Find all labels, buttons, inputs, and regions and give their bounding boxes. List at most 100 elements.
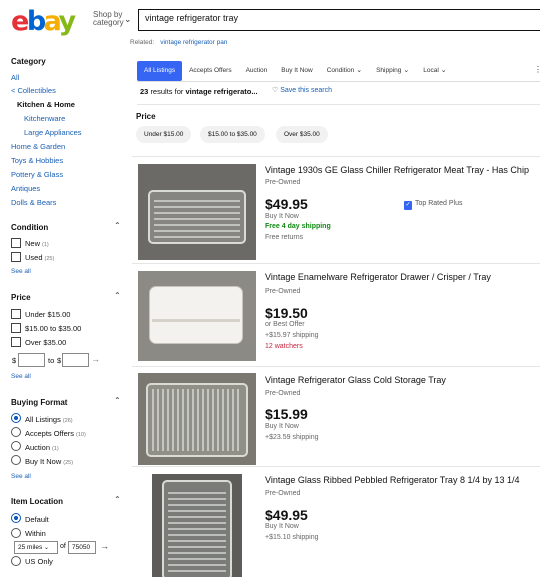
- tab-accepts-offers[interactable]: Accepts Offers: [182, 61, 239, 81]
- chevron-up-icon[interactable]: ⌃: [114, 495, 121, 504]
- more-options-icon[interactable]: ⋮: [534, 65, 540, 74]
- price-max-input[interactable]: [62, 353, 89, 367]
- category-toys-hobbies-link[interactable]: Toys & Hobbies: [11, 156, 63, 165]
- listing-card[interactable]: Vintage 1930s GE Glass Chiller Refrigera…: [132, 156, 540, 262]
- condition-new-label[interactable]: New (1): [25, 239, 49, 248]
- divider: [137, 81, 540, 82]
- format-auction-radio[interactable]: [11, 441, 21, 451]
- listing-image[interactable]: [152, 474, 242, 577]
- shipping-dropdown[interactable]: Shipping ⌄: [369, 61, 416, 81]
- distance-select[interactable]: 25 miles ⌄: [14, 541, 58, 554]
- category-dolls-bears-link[interactable]: Dolls & Bears: [11, 198, 56, 207]
- category-antiques-link[interactable]: Antiques: [11, 184, 40, 193]
- listing-card[interactable]: Vintage Enamelware Refrigerator Drawer /…: [132, 263, 540, 367]
- listing-image[interactable]: [138, 164, 256, 260]
- listing-shipping: +$23.59 shipping: [265, 434, 319, 441]
- price-from-symbol: $: [12, 356, 17, 365]
- format-buy-it-now-radio[interactable]: [11, 455, 21, 465]
- search-input[interactable]: vintage refrigerator tray: [138, 9, 540, 31]
- listing-card[interactable]: Vintage Refrigerator Glass Cold Storage …: [132, 366, 540, 466]
- arrow-right-icon[interactable]: →: [100, 541, 109, 551]
- chevron-down-icon: ⌄: [356, 67, 363, 74]
- listing-price: $15.99: [265, 406, 308, 422]
- related-link[interactable]: vintage refrigerator pan: [160, 39, 227, 46]
- condition-used-checkbox[interactable]: [11, 252, 21, 262]
- listing-price: $49.95: [265, 196, 308, 212]
- category-back-link[interactable]: < Collectibles: [11, 86, 56, 95]
- item-location-heading[interactable]: Item Location: [11, 497, 63, 506]
- chevron-down-icon: ⌄: [440, 67, 447, 74]
- format-buy-it-now-label[interactable]: Buy It Now (25): [25, 457, 73, 466]
- listing-title[interactable]: Vintage Glass Ribbed Pebbled Refrigerato…: [265, 475, 520, 485]
- listing-image[interactable]: [138, 373, 256, 465]
- condition-see-all-link[interactable]: See all: [11, 268, 31, 275]
- price-over-label[interactable]: Over $35.00: [25, 338, 66, 347]
- category-kitchenware-link[interactable]: Kitchenware: [24, 114, 65, 123]
- buying-format-heading[interactable]: Buying Format: [11, 398, 67, 407]
- listing-condition: Pre-Owned: [265, 490, 301, 497]
- local-dropdown[interactable]: Local ⌄: [416, 61, 453, 81]
- condition-heading[interactable]: Condition: [11, 223, 48, 232]
- listing-title[interactable]: Vintage 1930s GE Glass Chiller Refrigera…: [265, 165, 529, 175]
- listing-image[interactable]: [138, 271, 256, 361]
- price-chip-middle[interactable]: $15.00 to $35.00: [200, 126, 265, 143]
- location-default-label[interactable]: Default: [25, 515, 49, 524]
- listing-title[interactable]: Vintage Refrigerator Glass Cold Storage …: [265, 375, 446, 385]
- location-default-radio[interactable]: [11, 513, 21, 523]
- price-min-input[interactable]: [18, 353, 45, 367]
- chevron-down-icon: ⌄: [403, 67, 410, 74]
- shop-by-line2: category: [93, 18, 124, 27]
- format-all-listings-radio[interactable]: [11, 413, 21, 423]
- price-heading[interactable]: Price: [11, 293, 31, 302]
- category-heading: Category: [11, 57, 46, 66]
- listing-type-tabs: All Listings Accepts Offers Auction Buy …: [137, 61, 454, 81]
- listing-shipping: +$15.10 shipping: [265, 534, 319, 541]
- listing-title[interactable]: Vintage Enamelware Refrigerator Drawer /…: [265, 272, 491, 282]
- category-home-garden-link[interactable]: Home & Garden: [11, 142, 65, 151]
- location-us-only-radio[interactable]: [11, 556, 21, 566]
- format-see-all-link[interactable]: See all: [11, 473, 31, 480]
- results-count: 23 results for vintage refrigerato...: [140, 87, 258, 96]
- format-accepts-offers-radio[interactable]: [11, 427, 21, 437]
- ebay-logo[interactable]: ebay: [11, 6, 76, 37]
- condition-dropdown[interactable]: Condition ⌄: [320, 61, 369, 81]
- tab-buy-it-now[interactable]: Buy It Now: [274, 61, 319, 81]
- price-see-all-link[interactable]: See all: [11, 373, 31, 380]
- price-middle-checkbox[interactable]: [11, 323, 21, 333]
- price-filter-heading: Price: [136, 112, 156, 121]
- format-accepts-offers-label[interactable]: Accepts Offers (10): [25, 429, 86, 438]
- price-middle-label[interactable]: $15.00 to $35.00: [25, 324, 81, 333]
- zip-input[interactable]: 75050: [68, 541, 96, 554]
- chevron-up-icon[interactable]: ⌃: [114, 396, 121, 405]
- save-search-button[interactable]: ♡ Save this search: [272, 86, 332, 94]
- chevron-down-icon[interactable]: ⌄: [124, 14, 132, 25]
- price-under-label[interactable]: Under $15.00: [25, 310, 70, 319]
- condition-new-checkbox[interactable]: [11, 238, 21, 248]
- price-over-checkbox[interactable]: [11, 337, 21, 347]
- listing-price: $49.95: [265, 507, 308, 523]
- category-current: Kitchen & Home: [17, 100, 75, 109]
- location-within-radio[interactable]: [11, 528, 21, 538]
- location-within-label[interactable]: Within: [25, 529, 46, 538]
- price-to-symbol: $: [57, 356, 62, 365]
- chevron-up-icon[interactable]: ⌃: [114, 221, 121, 230]
- category-all-link[interactable]: All: [11, 73, 19, 82]
- price-chip-under[interactable]: Under $15.00: [136, 126, 192, 143]
- price-chip-over[interactable]: Over $35.00: [276, 126, 328, 143]
- price-under-checkbox[interactable]: [11, 309, 21, 319]
- listing-format: or Best Offer: [265, 321, 305, 328]
- chevron-up-icon[interactable]: ⌃: [114, 291, 121, 300]
- tab-auction[interactable]: Auction: [239, 61, 275, 81]
- category-large-appliances-link[interactable]: Large Appliances: [24, 128, 82, 137]
- shop-by-category-button[interactable]: Shop by category: [93, 11, 124, 27]
- tab-all-listings[interactable]: All Listings: [137, 61, 183, 81]
- listing-card[interactable]: Vintage Glass Ribbed Pebbled Refrigerato…: [132, 466, 540, 577]
- format-all-listings-label[interactable]: All Listings (26): [25, 415, 73, 424]
- top-rated-icon: ✓: [404, 201, 412, 210]
- condition-used-label[interactable]: Used (25): [25, 253, 54, 262]
- format-auction-label[interactable]: Auction (1): [25, 443, 59, 452]
- category-pottery-glass-link[interactable]: Pottery & Glass: [11, 170, 63, 179]
- location-us-only-label[interactable]: US Only: [25, 557, 53, 566]
- arrow-right-icon[interactable]: →: [91, 354, 100, 364]
- heart-icon: ♡: [272, 87, 279, 94]
